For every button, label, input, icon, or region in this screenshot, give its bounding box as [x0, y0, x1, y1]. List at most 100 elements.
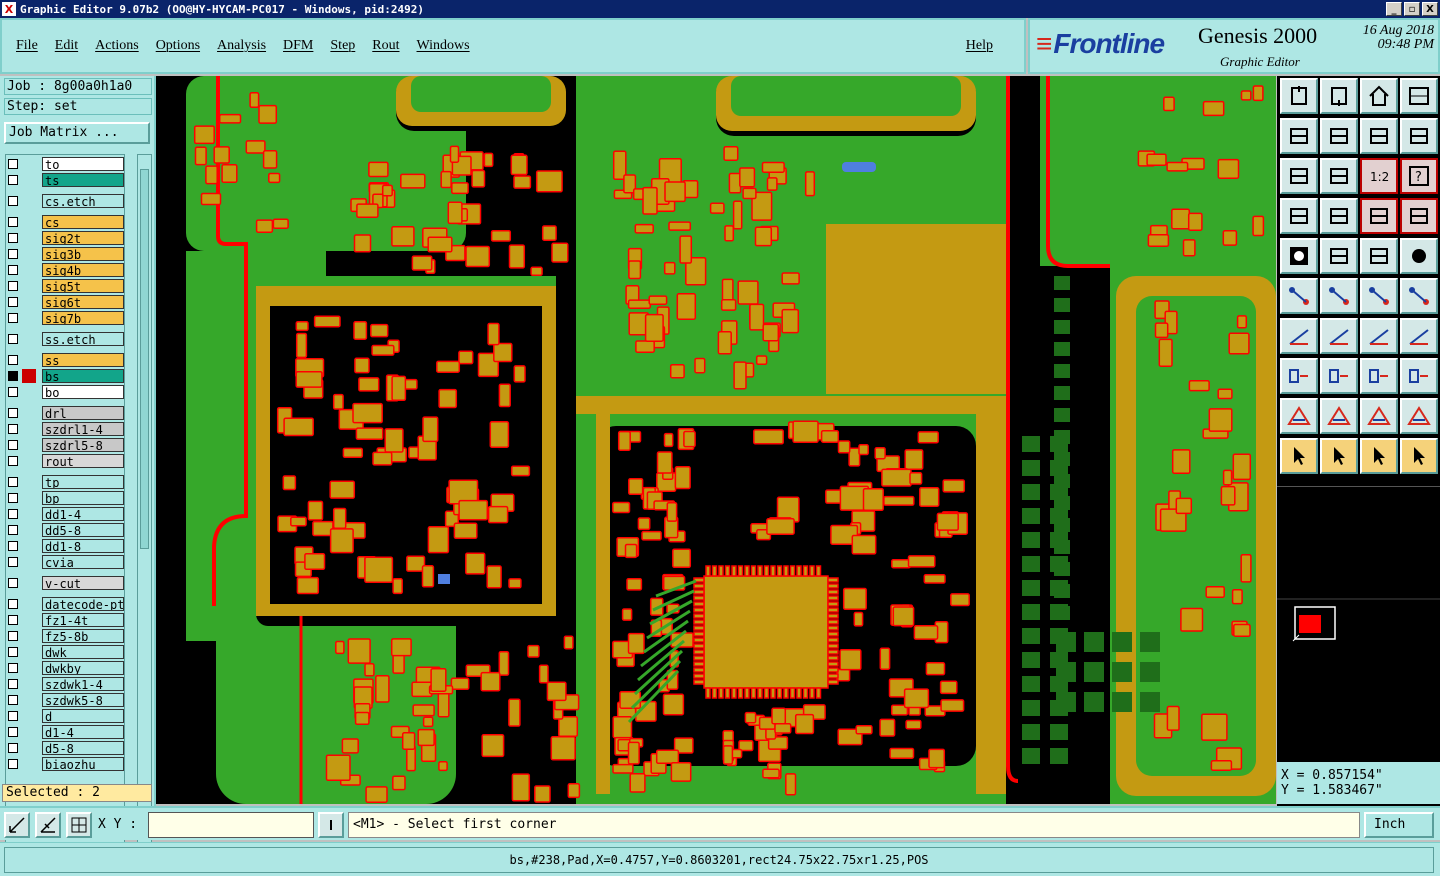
dimension-icon[interactable] — [1360, 358, 1398, 394]
layer-row-bp[interactable]: bp — [8, 491, 124, 505]
layer-name[interactable]: rout — [42, 454, 124, 468]
layer-checkbox[interactable] — [8, 711, 18, 721]
menu-help[interactable]: Help — [966, 38, 993, 54]
layer-checkbox[interactable] — [8, 440, 18, 450]
layer-name[interactable]: dd5-8 — [42, 523, 124, 537]
layer-row-sig7b[interactable]: sig7b — [8, 311, 124, 325]
menu-dfm[interactable]: DFM — [283, 38, 313, 54]
text-icon[interactable] — [1400, 318, 1438, 354]
layer-name[interactable]: sig2t — [42, 231, 124, 245]
layer-name[interactable]: szdrl1-4 — [42, 422, 124, 436]
layer-row-ts[interactable]: ts — [8, 173, 124, 187]
arc-icon[interactable] — [1360, 318, 1398, 354]
layer-row-dd1-4[interactable]: dd1-4 — [8, 507, 124, 521]
layer-checkbox[interactable] — [8, 424, 18, 434]
layer-checkbox[interactable] — [8, 387, 18, 397]
layer-row-bo[interactable]: bo — [8, 385, 124, 399]
layer-name[interactable]: bo — [42, 385, 124, 399]
layer-checkbox[interactable] — [8, 743, 18, 753]
layer-name[interactable]: dwkby — [42, 661, 124, 675]
snap-off-icon[interactable] — [35, 812, 61, 838]
triangle-b-icon[interactable] — [1360, 398, 1398, 434]
select-alt-icon[interactable] — [1360, 438, 1398, 474]
menu-step[interactable]: Step — [330, 38, 355, 54]
layer-scrollbar[interactable] — [137, 154, 152, 854]
layer-row-tp[interactable]: tp — [8, 475, 124, 489]
layer-row-fz5-8b[interactable]: fz5-8b — [8, 629, 124, 643]
layer-checkbox[interactable] — [8, 355, 18, 365]
menu-file[interactable]: File — [16, 38, 38, 54]
layer-checkbox[interactable] — [8, 233, 18, 243]
layer-row-sig5t[interactable]: sig5t — [8, 279, 124, 293]
layer-checkbox[interactable] — [8, 477, 18, 487]
pause-icon[interactable] — [318, 812, 344, 838]
triangle-a-icon[interactable] — [1320, 398, 1358, 434]
layer-row-bs[interactable]: bs — [8, 369, 124, 383]
layer-checkbox[interactable] — [8, 727, 18, 737]
minimize-button[interactable]: _ — [1386, 2, 1402, 16]
layer-row-dwk[interactable]: dwk — [8, 645, 124, 659]
layer-row-szdwk1-4[interactable]: szdwk1-4 — [8, 677, 124, 691]
layer-checkbox[interactable] — [8, 493, 18, 503]
layer-checkbox[interactable] — [8, 599, 18, 609]
diag-icon[interactable] — [1320, 318, 1358, 354]
layer-name[interactable]: d5-8 — [42, 741, 124, 755]
scale-1-2-icon[interactable]: 1:2 — [1360, 158, 1398, 194]
layer-checkbox[interactable] — [8, 679, 18, 689]
pan-left-icon[interactable] — [1280, 118, 1318, 154]
layer-row-sig4b[interactable]: sig4b — [8, 263, 124, 277]
layer-name[interactable]: szdrl5-8 — [42, 438, 124, 452]
layer-checkbox[interactable] — [8, 334, 18, 344]
layer-checkbox[interactable] — [8, 647, 18, 657]
snap-icon[interactable] — [4, 812, 30, 838]
menu-windows[interactable]: Windows — [417, 38, 470, 54]
layer-row-cvia[interactable]: cvia — [8, 555, 124, 569]
angle-icon[interactable] — [1280, 318, 1318, 354]
select-icon[interactable] — [1280, 438, 1318, 474]
menu-rout[interactable]: Rout — [372, 38, 399, 54]
fill-icon[interactable] — [1280, 238, 1318, 274]
layer-name[interactable]: szdwk5-8 — [42, 693, 124, 707]
layer-checkbox[interactable] — [8, 313, 18, 323]
layer-checkbox[interactable] — [8, 541, 18, 551]
group-icon[interactable] — [1400, 358, 1438, 394]
flip-icon[interactable] — [1360, 118, 1398, 154]
layer-row-dwkby[interactable]: dwkby — [8, 661, 124, 675]
triangle-c-icon[interactable] — [1400, 398, 1438, 434]
layer-name[interactable]: cvia — [42, 555, 124, 569]
layer-name[interactable]: fz5-8b — [42, 629, 124, 643]
layer-name[interactable]: cs.etch — [42, 194, 124, 208]
layer-checkbox[interactable] — [8, 509, 18, 519]
outline-icon[interactable] — [1320, 238, 1358, 274]
layer-name[interactable]: bs — [42, 369, 124, 383]
layer-row-d[interactable]: d — [8, 709, 124, 723]
minus-icon[interactable] — [1320, 358, 1358, 394]
menu-analysis[interactable]: Analysis — [217, 38, 266, 54]
triangle-icon[interactable] — [1280, 398, 1318, 434]
units-select[interactable]: Inch ▬ — [1364, 812, 1434, 854]
xy-input[interactable] — [148, 812, 314, 838]
layer-row-drl[interactable]: drl — [8, 406, 124, 420]
point-icon[interactable] — [1280, 358, 1318, 394]
layer-name[interactable]: sig5t — [42, 279, 124, 293]
pan-right-icon[interactable] — [1320, 118, 1358, 154]
split-view-icon[interactable] — [1400, 78, 1438, 114]
layer-name[interactable]: fz1-4t — [42, 613, 124, 627]
line-icon[interactable] — [1360, 278, 1398, 314]
menu-actions[interactable]: Actions — [95, 38, 139, 54]
layer-name[interactable]: sig4b — [42, 263, 124, 277]
mirror-icon[interactable] — [1400, 118, 1438, 154]
connect-icon[interactable] — [1280, 278, 1318, 314]
layer-checkbox[interactable] — [8, 759, 18, 769]
menu-options[interactable]: Options — [156, 38, 200, 54]
layer-row-fz1-4t[interactable]: fz1-4t — [8, 613, 124, 627]
layer-row-sig2t[interactable]: sig2t — [8, 231, 124, 245]
layer-row-sig6t[interactable]: sig6t — [8, 295, 124, 309]
layer-up-icon[interactable] — [1360, 198, 1398, 234]
layer-name[interactable]: szdwk1-4 — [42, 677, 124, 691]
layer-checkbox[interactable] — [8, 249, 18, 259]
layer-row-ss[interactable]: ss — [8, 353, 124, 367]
layer-row-sig3b[interactable]: sig3b — [8, 247, 124, 261]
zoom-fit-icon[interactable] — [1280, 158, 1318, 194]
layer-checkbox[interactable] — [8, 217, 18, 227]
